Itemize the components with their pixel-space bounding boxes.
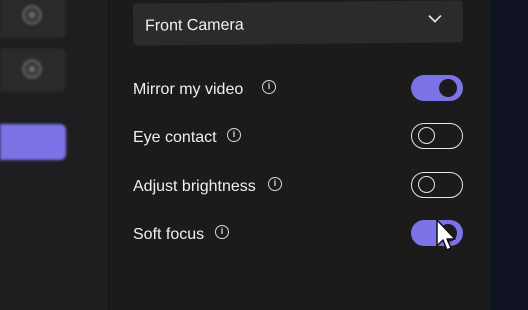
- info-icon[interactable]: i: [268, 177, 282, 191]
- setting-label: Adjust brightness: [133, 178, 256, 195]
- video-settings-panel: Front Camera Mirror my video i Eye conta…: [108, 0, 491, 310]
- setting-row-soft-focus: Soft focus i: [133, 220, 463, 250]
- camera-dropdown-value: Front Camera: [144, 16, 244, 35]
- camera-tile[interactable]: [0, 0, 66, 38]
- setting-label: Eye contact: [133, 129, 217, 146]
- setting-row-mirror-video: Mirror my video i: [133, 75, 463, 105]
- join-now-button[interactable]: [0, 124, 66, 160]
- setting-label: Soft focus: [133, 226, 205, 243]
- speaker-icon: [22, 59, 42, 79]
- adjust-brightness-toggle[interactable]: [411, 172, 463, 198]
- info-icon[interactable]: i: [227, 128, 241, 142]
- toggle-knob: [439, 79, 457, 97]
- toggle-knob: [418, 127, 435, 144]
- eye-contact-toggle[interactable]: [411, 123, 463, 149]
- setting-row-adjust-brightness: Adjust brightness i: [133, 172, 463, 202]
- camera-icon: [22, 5, 42, 25]
- mirror-video-toggle[interactable]: [411, 75, 463, 101]
- toggle-knob: [418, 176, 435, 193]
- left-panel: [0, 0, 108, 310]
- camera-dropdown[interactable]: Front Camera: [132, 0, 464, 46]
- setting-label: Mirror my video: [133, 81, 244, 98]
- info-icon[interactable]: i: [215, 225, 229, 239]
- setting-row-eye-contact: Eye contact i: [133, 123, 463, 153]
- right-edge-background: [490, 0, 528, 310]
- audio-tile[interactable]: [0, 48, 66, 92]
- mouse-cursor-icon: [436, 219, 456, 251]
- info-icon[interactable]: i: [262, 80, 276, 94]
- chevron-down-icon: [428, 14, 442, 23]
